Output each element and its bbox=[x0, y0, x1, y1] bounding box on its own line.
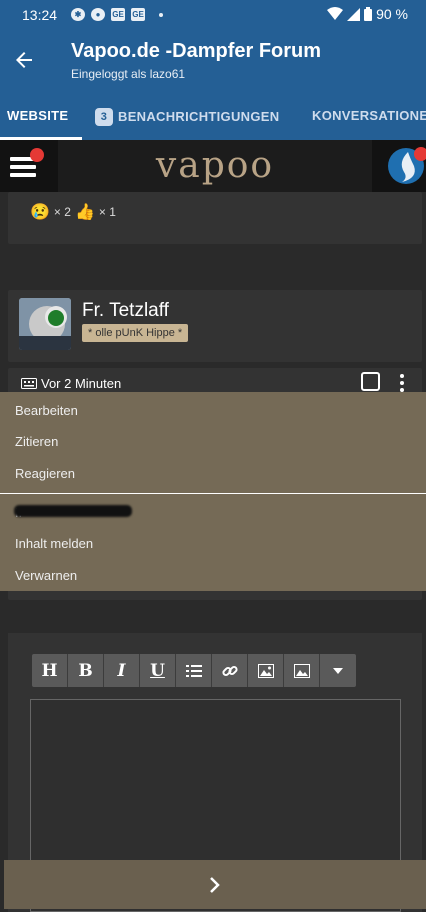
battery-level: 90 % bbox=[376, 6, 408, 22]
menu-item-warn[interactable]: Verwarnen bbox=[15, 568, 77, 583]
tab-notifications-label: BENACHRICHTIGUNGEN bbox=[118, 109, 280, 124]
login-status: Eingeloggt als lazo61 bbox=[71, 67, 186, 81]
back-arrow-icon[interactable] bbox=[12, 48, 36, 72]
heading-button[interactable]: H bbox=[32, 654, 68, 687]
reaction-count: × 2 bbox=[53, 205, 71, 219]
forum-header: vapoo bbox=[0, 140, 426, 192]
tab-website[interactable]: WEBSITE bbox=[7, 108, 68, 123]
wifi-icon bbox=[327, 7, 344, 20]
tab-notifications[interactable]: 3 BENACHRICHTIGUNGEN bbox=[95, 108, 279, 126]
post-time[interactable]: Vor 2 Minuten bbox=[41, 376, 121, 391]
menu-item-edit[interactable]: Bearbeiten bbox=[15, 403, 78, 418]
more-notifications-dot bbox=[159, 12, 163, 17]
football-icon: ● bbox=[91, 8, 105, 21]
more-tools-dropdown-icon[interactable] bbox=[320, 654, 356, 687]
menu-item-react[interactable]: Reagieren bbox=[15, 466, 75, 481]
avatar[interactable] bbox=[19, 298, 71, 350]
menu-item-report[interactable]: Inhalt melden bbox=[15, 536, 93, 551]
italic-button[interactable]: I bbox=[104, 654, 140, 687]
reaction-count: × 1 bbox=[98, 205, 116, 219]
tab-conversations[interactable]: KONVERSATIONEN bbox=[312, 108, 426, 123]
app-bar: Vapoo.de -Dampfer Forum Eingeloggt als l… bbox=[0, 30, 426, 92]
list-icon[interactable] bbox=[176, 654, 212, 687]
app-logo-badge bbox=[414, 147, 426, 161]
post-context-menu: Bearbeiten Zitieren Reagieren IP Inhalt … bbox=[0, 392, 426, 591]
news-icon: GE bbox=[131, 8, 145, 21]
post-meta: Vor 2 Minuten bbox=[21, 376, 121, 391]
editor-toolbar: H B I U bbox=[32, 654, 356, 687]
hamburger-menu-button[interactable] bbox=[0, 140, 58, 192]
menu-item-quote[interactable]: Zitieren bbox=[15, 434, 58, 449]
thumbs-up-icon: 👍 bbox=[74, 204, 95, 221]
news-icon: GE bbox=[111, 8, 125, 21]
send-reply-button[interactable] bbox=[4, 860, 426, 909]
tab-bar: WEBSITE 3 BENACHRICHTIGUNGEN KONVERSATION… bbox=[0, 92, 426, 140]
battery-icon bbox=[364, 7, 373, 21]
system-icons: 90 % bbox=[327, 6, 408, 22]
select-post-checkbox[interactable] bbox=[361, 372, 380, 391]
bold-button[interactable]: B bbox=[68, 654, 104, 687]
redacted-ip-address bbox=[14, 505, 132, 517]
crying-face-icon: 😢 bbox=[30, 204, 50, 221]
chevron-right-icon bbox=[210, 876, 220, 893]
more-options-icon[interactable] bbox=[400, 374, 406, 392]
keyboard-icon bbox=[21, 378, 37, 389]
notification-icons: ✱ ● GE GE bbox=[71, 8, 163, 21]
app-notification-icon: ✱ bbox=[71, 8, 85, 21]
link-icon[interactable] bbox=[212, 654, 248, 687]
unread-indicator bbox=[30, 148, 44, 162]
underline-button[interactable]: U bbox=[140, 654, 176, 687]
image-icon[interactable] bbox=[248, 654, 284, 687]
forum-logo[interactable]: vapoo bbox=[58, 140, 372, 192]
user-title-badge: * olle pUnK Hippe * bbox=[82, 324, 189, 342]
notification-count-badge: 3 bbox=[95, 108, 113, 126]
reaction-summary[interactable]: 😢 × 2 👍 × 1 bbox=[30, 202, 116, 222]
forum-logo-text: vapoo bbox=[155, 145, 275, 186]
clock: 13:24 bbox=[22, 7, 58, 23]
menu-divider bbox=[0, 493, 426, 494]
media-icon[interactable] bbox=[284, 654, 320, 687]
post-author-name[interactable]: Fr. Tetzlaff bbox=[82, 300, 169, 322]
signal-icon bbox=[347, 7, 361, 21]
app-title: Vapoo.de -Dampfer Forum bbox=[71, 40, 322, 62]
status-bar: 13:24 ✱ ● GE GE 90 % bbox=[0, 0, 426, 30]
